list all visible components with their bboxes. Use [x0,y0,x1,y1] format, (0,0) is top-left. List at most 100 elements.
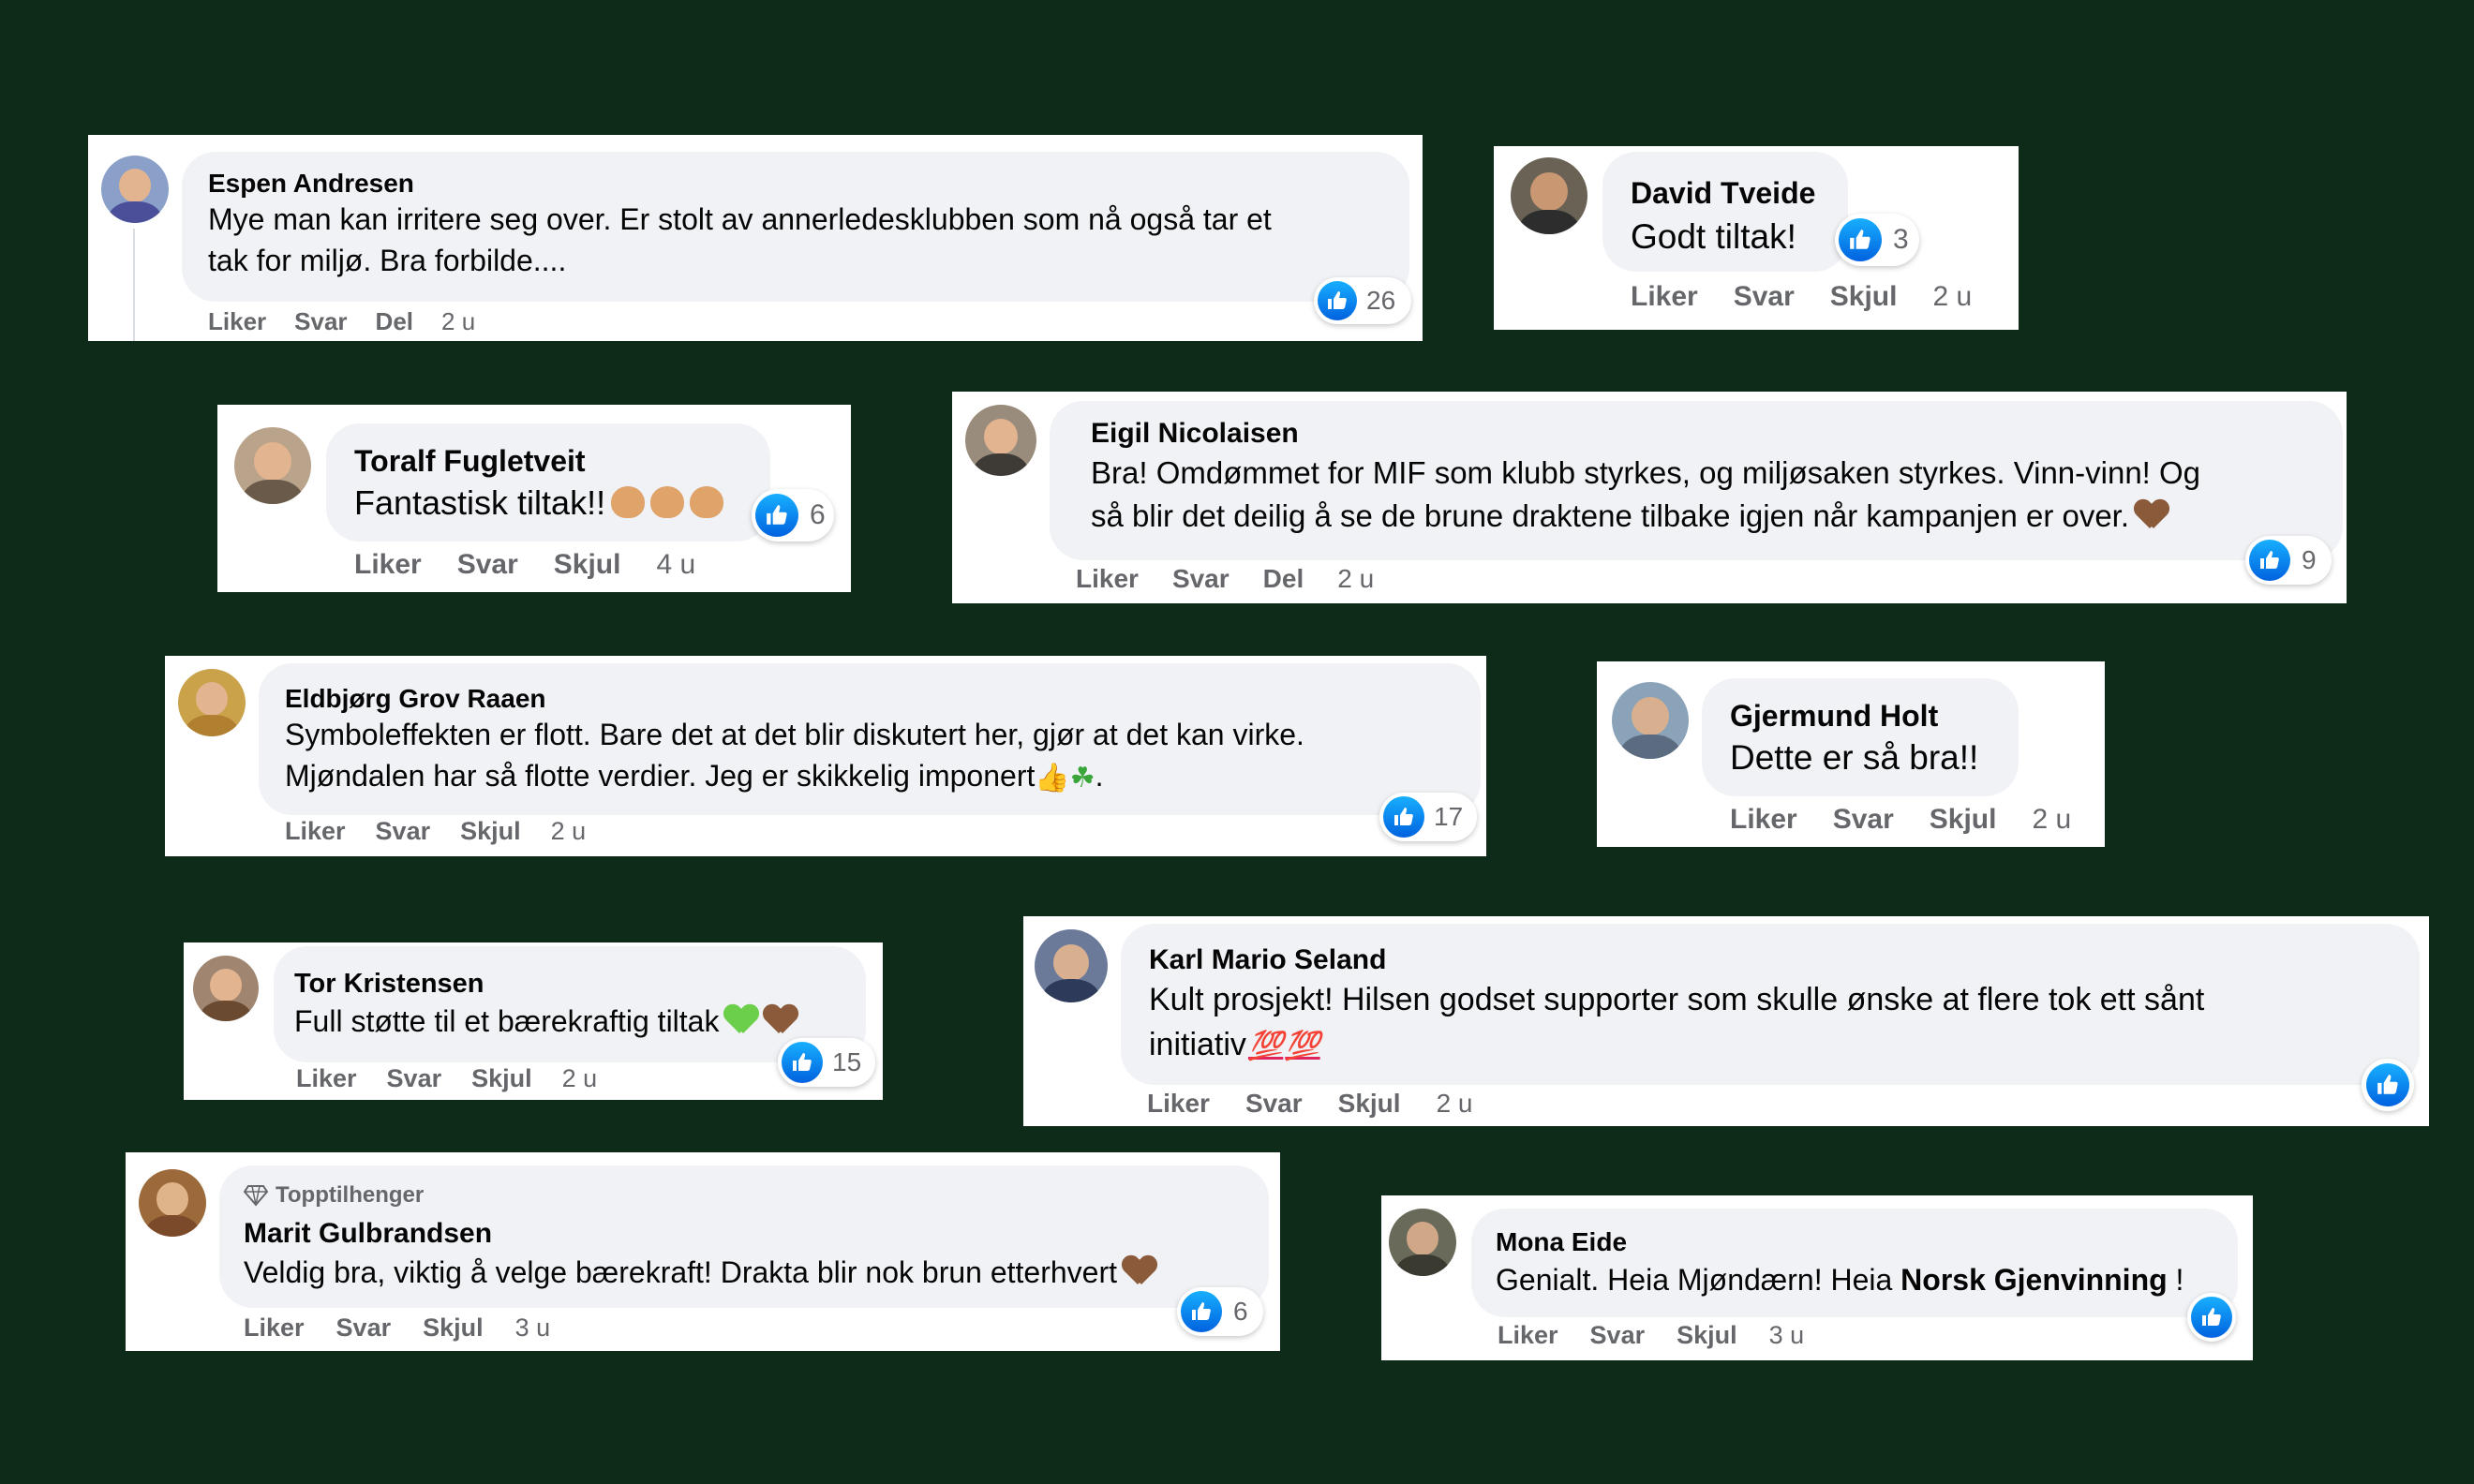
reaction-count[interactable] [2187,1293,2236,1342]
author-name[interactable]: Eigil Nicolaisen [1091,418,1299,450]
reply-action[interactable]: Svar [294,307,347,336]
top-fan-badge[interactable]: Topptilhenger [244,1182,424,1209]
timestamp[interactable]: 2 u [1337,564,1374,594]
comment-card-gjermund-holt: Gjermund Holt Dette er så bra!! Liker Sv… [1597,661,2105,847]
avatar[interactable] [965,405,1036,476]
like-count: 9 [2302,545,2317,574]
avatar[interactable] [1511,157,1587,234]
comment-text-line-1: Genialt. Heia Mjøndærn! Heia Norsk Gjenv… [1496,1263,2184,1297]
hundred-points-icon: 💯 [1285,1031,1320,1061]
mention-link[interactable]: Norsk Gjenvinning [1900,1263,2167,1297]
comment-actions: Liker Svar Skjul 3 u [1498,1321,1804,1350]
author-name[interactable]: Espen Andresen [208,169,414,199]
timestamp[interactable]: 2 u [1932,281,1972,313]
like-action[interactable]: Liker [354,549,422,581]
comment-text-line-2: Mjøndalen har så flotte verdier. Jeg er … [285,759,1104,794]
reaction-count[interactable]: 26 [1314,277,1411,324]
avatar[interactable] [1035,929,1108,1002]
like-action[interactable]: Liker [1076,564,1139,594]
reply-action[interactable]: Svar [1833,804,1894,836]
avatar[interactable] [101,156,169,223]
author-name[interactable]: Gjermund Holt [1730,699,1938,734]
hide-action[interactable]: Skjul [423,1313,484,1343]
like-action[interactable]: Liker [244,1313,305,1343]
reaction-count[interactable]: 6 [1177,1287,1263,1336]
timestamp[interactable]: 2 u [551,817,587,846]
hide-action[interactable]: Skjul [1830,281,1898,313]
comment-text-line-2: så blir det deilig å se de brune drakten… [1091,498,2168,534]
timestamp[interactable]: 4 u [656,549,695,581]
like-action[interactable]: Liker [1147,1089,1210,1119]
author-name[interactable]: David Tveide [1631,176,1815,211]
comment-bubble: Mona Eide Genialt. Heia Mjøndærn! Heia N… [1471,1209,2238,1317]
reply-action[interactable]: Svar [457,549,518,581]
like-action[interactable]: Liker [285,817,346,846]
comment-card-karl-mario-seland: Karl Mario Seland Kult prosjekt! Hilsen … [1023,916,2429,1126]
hide-action[interactable]: Skjul [471,1064,532,1093]
like-count: 17 [1434,802,1464,831]
timestamp[interactable]: 3 u [1769,1321,1805,1350]
like-action[interactable]: Liker [208,307,266,336]
avatar[interactable] [1612,682,1689,759]
author-name[interactable]: Karl Mario Seland [1149,944,1386,976]
reaction-count[interactable]: 15 [778,1038,875,1087]
share-action[interactable]: Del [1263,564,1304,594]
author-name[interactable]: Mona Eide [1496,1227,1627,1257]
hide-action[interactable]: Skjul [1677,1321,1737,1350]
timestamp[interactable]: 3 u [515,1313,551,1343]
comment-card-eigil-nicolaisen: Eigil Nicolaisen Bra! Omdømmet for MIF s… [952,392,2347,603]
avatar[interactable] [234,427,311,504]
timestamp[interactable]: 2 u [562,1064,598,1093]
comment-bubble: Topptilhenger Marit Gulbrandsen Veldig b… [219,1165,1269,1308]
avatar[interactable] [193,956,259,1021]
comment-card-mona-eide: Mona Eide Genialt. Heia Mjøndærn! Heia N… [1381,1195,2253,1360]
like-action[interactable]: Liker [1730,804,1797,836]
reply-action[interactable]: Svar [376,817,431,846]
reply-action[interactable]: Svar [1590,1321,1646,1350]
hide-action[interactable]: Skjul [460,817,521,846]
like-icon [1318,281,1357,320]
comment-text-line-1: Mye man kan irritere seg over. Er stolt … [208,202,1272,236]
like-action[interactable]: Liker [1631,281,1698,313]
hide-action[interactable]: Skjul [1338,1089,1401,1119]
like-action[interactable]: Liker [1498,1321,1558,1350]
comment-text-line-1: Dette er så bra!! [1730,738,1979,777]
reply-action[interactable]: Svar [1734,281,1795,313]
like-icon [1839,218,1882,261]
reaction-count[interactable]: 3 [1835,214,1919,266]
reply-action[interactable]: Svar [336,1313,392,1343]
clapping-hands-icon [611,486,646,518]
avatar[interactable] [139,1169,206,1237]
timestamp[interactable]: 2 u [1437,1089,1473,1119]
author-name[interactable]: Eldbjørg Grov Raaen [285,684,546,714]
reply-action[interactable]: Svar [1172,564,1230,594]
comment-bubble: David Tveide Godt tiltak! [1602,152,1848,272]
brown-heart-icon [1123,1256,1156,1286]
author-name[interactable]: Toralf Fugletveit [354,444,586,479]
hide-action[interactable]: Skjul [554,549,621,581]
reaction-count[interactable]: 9 [2245,536,2332,585]
comment-bubble: Toralf Fugletveit Fantastisk tiltak!! [326,423,770,542]
timestamp[interactable]: 2 u [2032,804,2071,836]
like-action[interactable]: Liker [296,1064,357,1093]
comment-card-david-tveide: David Tveide Godt tiltak! 3 Liker Svar S… [1494,146,2019,330]
reply-action[interactable]: Svar [1245,1089,1303,1119]
reaction-count[interactable]: 17 [1379,793,1477,841]
comment-actions: Liker Svar Skjul 4 u [354,549,695,581]
comment-bubble: Karl Mario Seland Kult prosjekt! Hilsen … [1121,924,2420,1085]
comment-text-line-1: Full støtte til et bærekraftig tiltak [294,1004,797,1039]
avatar[interactable] [178,669,246,736]
author-name[interactable]: Marit Gulbrandsen [244,1218,492,1250]
share-action[interactable]: Del [376,307,413,336]
comment-actions: Liker Svar Skjul 2 u [1631,281,1972,313]
hide-action[interactable]: Skjul [1930,804,1997,836]
clapping-hands-icon [650,486,685,518]
comment-card-tor-kristensen: Tor Kristensen Full støtte til et bærekr… [184,942,883,1100]
reaction-count[interactable]: 6 [752,489,834,542]
avatar[interactable] [1389,1209,1456,1276]
timestamp[interactable]: 2 u [441,307,475,336]
author-name[interactable]: Tor Kristensen [294,969,484,1000]
reply-action[interactable]: Svar [387,1064,442,1093]
shamrock-emoji-icon: ☘ [1069,763,1095,794]
reaction-count[interactable] [2362,1059,2414,1111]
